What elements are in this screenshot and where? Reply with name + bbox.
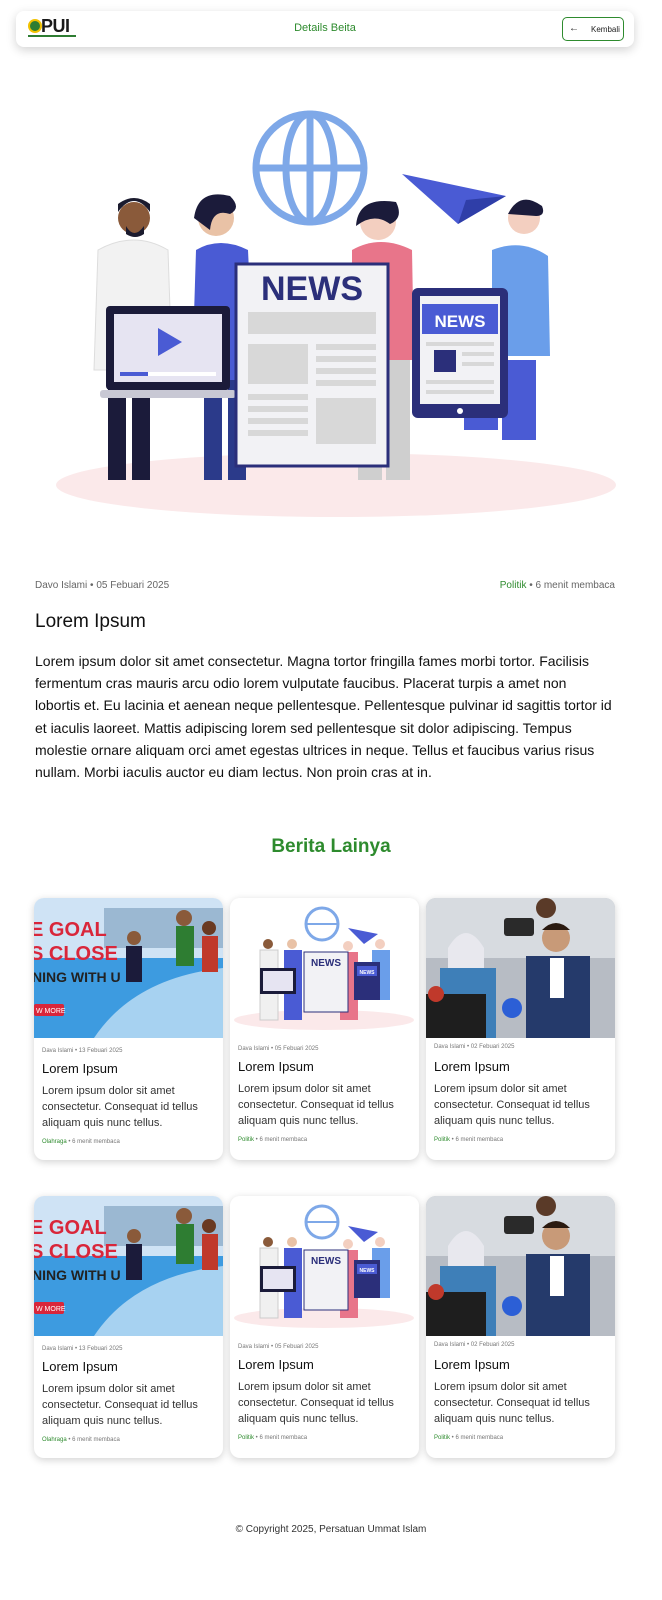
card-read-time: 6 menit membaca — [259, 1435, 308, 1441]
sports-thumbnail: E GOALS CLOSE NING WITH U W MORE — [34, 1196, 223, 1336]
card-description: Lorem ipsum dolor sit amet consectetur. … — [434, 1083, 590, 1127]
card-image — [426, 1196, 615, 1336]
card-read-time: 6 menit membaca — [259, 1137, 308, 1143]
card-meta: Dava Islami • 05 Febuari 2025 — [238, 1046, 319, 1052]
hero-illustration: NEWS NEWS — [46, 100, 616, 530]
news-card[interactable]: Dava Islami • 02 Febuari 2025 Lorem Ipsum… — [426, 1196, 615, 1458]
article-byline: Davo Islami • 05 Febuari 2025 — [35, 580, 169, 591]
card-footer: Olahraga • 6 menit membaca — [42, 1437, 120, 1443]
card-description: Lorem ipsum dolor sit amet consectetur. … — [238, 1381, 394, 1425]
card-title: Lorem Ipsum — [42, 1061, 118, 1076]
card-description: Lorem ipsum dolor sit amet consectetur. … — [42, 1085, 198, 1129]
card-title: Lorem Ipsum — [238, 1357, 314, 1372]
card-meta: Dava Islami • 13 Febuari 2025 — [42, 1048, 123, 1054]
press-thumbnail — [426, 1196, 615, 1336]
news-people-illustration: NEWS NEWS — [56, 110, 616, 517]
card-footer: Politik • 6 menit membaca — [434, 1435, 503, 1441]
card-image: NEWS NEWS — [230, 898, 419, 1038]
card-meta: Dava Islami • 05 Febuari 2025 — [238, 1344, 319, 1350]
card-title: Lorem Ipsum — [238, 1059, 314, 1074]
card-title: Lorem Ipsum — [434, 1357, 510, 1372]
thumb-text-3: NING WITH U — [34, 969, 121, 985]
card-image: E GOAL S CLOSE NING WITH U W MORE — [34, 1196, 223, 1336]
card-read-time: 6 menit membaca — [72, 1437, 120, 1443]
card-meta: Dava Islami • 02 Febuari 2025 — [434, 1044, 515, 1050]
news-card[interactable]: NEWS NEWS Dava Islami • 05 Febuari 2025 Lor… — [230, 1196, 419, 1458]
article-meta: Davo Islami • 05 Febuari 2025 Politik • … — [35, 580, 615, 594]
card-category[interactable]: Olahraga — [42, 1139, 67, 1145]
card-category[interactable]: Politik — [238, 1435, 254, 1441]
card-category[interactable]: Politik — [434, 1137, 450, 1143]
card-category[interactable]: Olahraga — [42, 1437, 67, 1443]
card-image: NEWS NEWS — [230, 1196, 419, 1336]
card-image: E GOAL S CLOSE NING WITH U W MORE — [34, 898, 223, 1038]
thumb-text-2: S CLOSE — [34, 943, 118, 965]
news-card[interactable]: Dava Islami • 02 Febuari 2025 Lorem Ipsum… — [426, 898, 615, 1160]
arrow-left-icon: ← — [569, 23, 579, 34]
thumb-news-text: NEWS — [311, 958, 341, 969]
card-title: Lorem Ipsum — [434, 1059, 510, 1074]
thumb-tablet-text: NEWS — [360, 1268, 376, 1274]
top-navbar: PUI Details Beita ← Kembali — [16, 11, 634, 47]
card-title: Lorem Ipsum — [42, 1359, 118, 1374]
thumb-text-1: E GOAL — [34, 919, 107, 941]
card-footer: Politik • 6 menit membaca — [238, 1137, 307, 1143]
thumb-news-text: NEWS — [311, 1256, 341, 1267]
thumb-button-text: W MORE — [36, 1008, 66, 1015]
article-date: 05 Febuari 2025 — [96, 580, 170, 591]
article-body: Lorem ipsum dolor sit amet consectetur. … — [35, 653, 612, 781]
back-button[interactable]: ← Kembali — [562, 17, 624, 41]
newspaper-headline: NEWS — [261, 270, 363, 308]
card-meta: Dava Islami • 13 Febuari 2025 — [42, 1346, 123, 1352]
page-title: Details Beita — [294, 22, 356, 34]
card-footer: Olahraga • 6 menit membaca — [42, 1139, 120, 1145]
article-title: Lorem Ipsum — [35, 611, 146, 632]
article-read-time: 6 menit membaca — [535, 580, 615, 591]
article-author: Davo Islami — [35, 580, 88, 591]
card-read-time: 6 menit membaca — [72, 1139, 120, 1145]
thumb-button-text: W MORE — [36, 1306, 66, 1313]
card-footer: Politik • 6 menit membaca — [434, 1137, 503, 1143]
tablet-headline: NEWS — [435, 312, 486, 331]
thumb-tablet-text: NEWS — [360, 970, 376, 976]
card-description: Lorem ipsum dolor sit amet consectetur. … — [434, 1381, 590, 1425]
thumb-text-2: S CLOSE — [34, 1241, 118, 1263]
back-button-label: Kembali — [591, 24, 620, 34]
news-card[interactable]: E GOAL S CLOSE NING WITH U W MORE Dava Islam… — [34, 1196, 223, 1458]
thumb-text-1: E GOAL — [34, 1217, 107, 1239]
globe-icon — [252, 110, 368, 226]
card-read-time: 6 menit membaca — [455, 1435, 504, 1441]
sports-thumbnail: E GOALS CLOSE NING WITH U W MORE — [34, 898, 223, 1038]
card-image — [426, 898, 615, 1038]
news-card[interactable]: NEWS NEWS Dava Islami • 05 Febuari 2025 Lor… — [230, 898, 419, 1160]
press-thumbnail — [426, 898, 615, 1038]
card-description: Lorem ipsum dolor sit amet consectetur. … — [42, 1383, 198, 1427]
card-read-time: 6 menit membaca — [455, 1137, 504, 1143]
article-category-info: Politik • 6 menit membaca — [500, 580, 615, 591]
card-category[interactable]: Politik — [434, 1435, 450, 1441]
logo-underline — [28, 35, 76, 37]
card-category[interactable]: Politik — [238, 1137, 254, 1143]
related-news-heading: Berita Lainya — [271, 836, 391, 857]
news-thumbnail: NEWS NEWS — [230, 898, 419, 1038]
thumb-text-3: NING WITH U — [34, 1267, 121, 1283]
news-card[interactable]: E GOAL S CLOSE NING WITH U W MORE Dava Islam… — [34, 898, 223, 1160]
footer-copyright: © Copyright 2025, Persatuan Ummat Islam — [235, 1524, 427, 1535]
card-footer: Politik • 6 menit membaca — [238, 1435, 307, 1441]
article-category[interactable]: Politik — [500, 580, 527, 591]
card-meta: Dava Islami • 02 Febuari 2025 — [434, 1342, 515, 1348]
card-description: Lorem ipsum dolor sit amet consectetur. … — [238, 1083, 394, 1127]
news-thumbnail: NEWS NEWS — [230, 1196, 419, 1336]
